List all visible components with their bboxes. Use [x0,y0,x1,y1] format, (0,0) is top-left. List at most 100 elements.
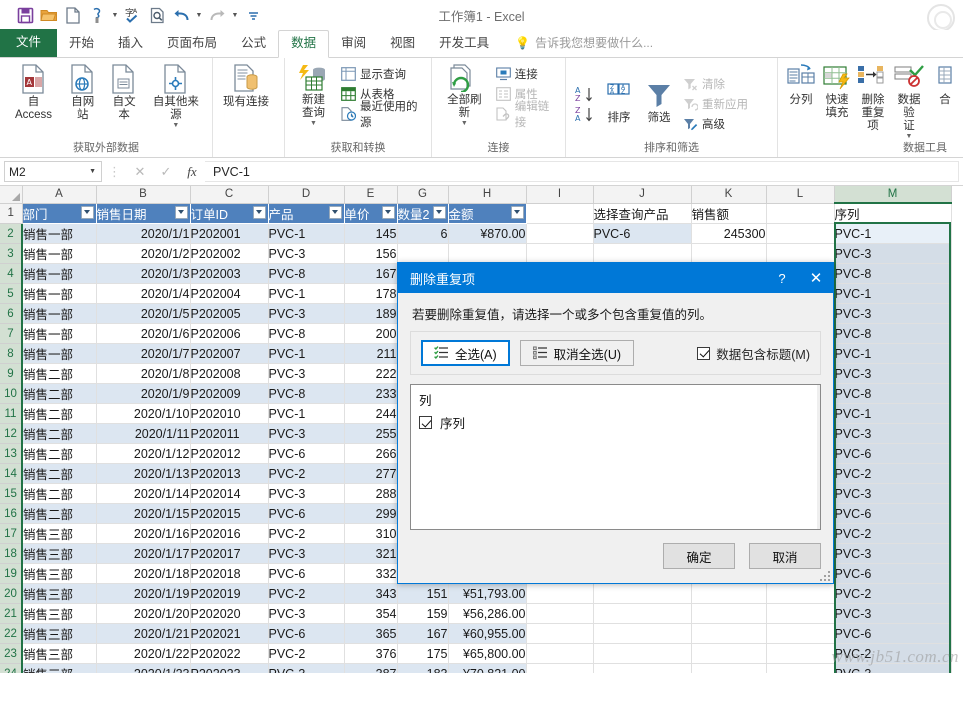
insert-function-icon[interactable]: fx [179,164,205,180]
cell-product-11[interactable]: PVC-1 [268,403,345,424]
column-header-A[interactable]: A [22,186,97,204]
undo-dropdown-icon[interactable]: ▼ [194,4,204,26]
row-header-1[interactable]: 1 [0,203,23,224]
cell-product-6[interactable]: PVC-3 [268,303,345,324]
cell-order-10[interactable]: P202009 [190,383,269,404]
cell-dept-16[interactable]: 销售二部 [21,503,97,524]
connections-button[interactable]: 连接 [493,64,559,84]
cell-I22[interactable] [526,623,594,644]
cell-product-13[interactable]: PVC-6 [268,443,345,464]
cell-order-21[interactable]: P202020 [190,603,269,624]
sort-ascending-button[interactable]: AZ [572,85,598,105]
redo-icon[interactable] [206,4,228,26]
row-header-16[interactable]: 16 [0,503,23,524]
cell-order-16[interactable]: P202015 [190,503,269,524]
cell-price-4[interactable]: 167 [344,263,398,284]
cell-dept-9[interactable]: 销售二部 [21,363,97,384]
row-header-7[interactable]: 7 [0,323,23,344]
cell-date-15[interactable]: 2020/1/14 [96,483,191,504]
columns-list-item[interactable]: 序列 [411,411,820,434]
column-header-J[interactable]: J [593,186,692,204]
open-icon[interactable] [38,4,60,26]
cell-dept-11[interactable]: 销售二部 [21,403,97,424]
refresh-all-dropdown-icon[interactable]: ▼ [461,120,468,128]
name-box[interactable]: M2 ▼ [4,161,102,182]
cell-L2[interactable] [766,224,835,244]
cell-M18[interactable]: PVC-3 [834,543,952,564]
spelling-icon[interactable]: 字A [122,4,144,26]
row-header-9[interactable]: 9 [0,363,23,384]
cell-I24[interactable] [526,663,594,673]
columns-list-scrollbar[interactable] [817,385,820,529]
tell-me-box[interactable]: 💡 告诉我您想要做什么... [501,30,653,57]
cell-qty-24[interactable]: 183 [397,663,449,673]
column-header-B[interactable]: B [96,186,191,204]
table-row[interactable]: 22 销售三部 2020/1/21 P202021 PVC-6 365 167 ¥60,955… [0,623,952,644]
cell-date-3[interactable]: 2020/1/2 [96,243,191,264]
cell-date-8[interactable]: 2020/1/7 [96,343,191,364]
cell-price-22[interactable]: 365 [344,623,398,644]
cell-J1[interactable]: 选择查询产品 [593,203,692,224]
cell-dept-12[interactable]: 销售二部 [21,423,97,444]
cell-K23[interactable] [691,643,767,664]
cell-dept-7[interactable]: 销售一部 [21,323,97,344]
consolidate-button[interactable]: 合 [928,62,962,107]
cell-dept-20[interactable]: 销售三部 [21,583,97,604]
cell-L20[interactable] [766,583,835,604]
cell-price-19[interactable]: 332 [344,563,398,584]
cell-product-10[interactable]: PVC-8 [268,383,345,404]
tab-review[interactable]: 审阅 [329,31,378,57]
cell-L1[interactable] [766,203,835,224]
cell-J3[interactable] [593,243,692,264]
cell-date-16[interactable]: 2020/1/15 [96,503,191,524]
ok-button[interactable]: 确定 [663,543,735,569]
cell-order-13[interactable]: P202012 [190,443,269,464]
cell-order-17[interactable]: P202016 [190,523,269,544]
cell-price-21[interactable]: 354 [344,603,398,624]
cell-date-10[interactable]: 2020/1/9 [96,383,191,404]
cell-K24[interactable] [691,663,767,673]
cell-price-23[interactable]: 376 [344,643,398,664]
cell-price-9[interactable]: 222 [344,363,398,384]
text-to-columns-button[interactable]: 分列 [784,62,818,107]
close-icon[interactable]: ✕ [799,263,833,293]
cell-K2[interactable]: 245300 [691,224,767,244]
cancel-button[interactable]: 取消 [749,543,821,569]
filter-dropdown-product[interactable] [328,205,342,219]
cell-qty-23[interactable]: 175 [397,643,449,664]
cell-M21[interactable]: PVC-3 [834,603,952,624]
cell-price-7[interactable]: 200 [344,323,398,344]
row-header-10[interactable]: 10 [0,383,23,404]
cell-product-8[interactable]: PVC-1 [268,343,345,364]
row-header-3[interactable]: 3 [0,243,23,264]
data-validation-button[interactable]: 数据验 证 ▼ [892,62,926,141]
cell-M16[interactable]: PVC-6 [834,503,952,524]
cell-order-3[interactable]: P202002 [190,243,269,264]
cell-product-3[interactable]: PVC-3 [268,243,345,264]
help-icon[interactable]: ? [765,263,799,293]
name-box-dropdown-icon[interactable]: ▼ [89,168,96,175]
cell-order-18[interactable]: P202017 [190,543,269,564]
table-row[interactable]: 24销售三部2020/1/23P202023PVC-3387183¥70,821… [0,663,952,673]
cell-M22[interactable]: PVC-6 [834,623,952,644]
cell-amount-21[interactable]: ¥56,286.00 [448,603,527,624]
table-row[interactable]: 3 销售一部 2020/1/2 P202002 PVC-3 156 PVC-3 [0,243,952,264]
cell-date-6[interactable]: 2020/1/5 [96,303,191,324]
cell-product-5[interactable]: PVC-1 [268,283,345,304]
cell-M14[interactable]: PVC-2 [834,463,952,484]
cell-M19[interactable]: PVC-6 [834,563,952,584]
from-text-button[interactable]: 自文本 [104,62,143,122]
tab-file[interactable]: 文件 [0,29,58,57]
row-header-15[interactable]: 15 [0,483,23,504]
cell-amount-2[interactable]: ¥870.00 [448,224,527,244]
new-query-button[interactable]: 新建 查询 ▼ [291,62,336,128]
cell-product-22[interactable]: PVC-6 [268,623,345,644]
save-icon[interactable] [14,4,36,26]
cell-J20[interactable] [593,583,692,604]
cell-date-4[interactable]: 2020/1/3 [96,263,191,284]
cell-order-11[interactable]: P202010 [190,403,269,424]
cell-order-23[interactable]: P202022 [190,643,269,664]
row-header-5[interactable]: 5 [0,283,23,304]
tab-data[interactable]: 数据 [278,30,330,58]
cell-product-12[interactable]: PVC-3 [268,423,345,444]
